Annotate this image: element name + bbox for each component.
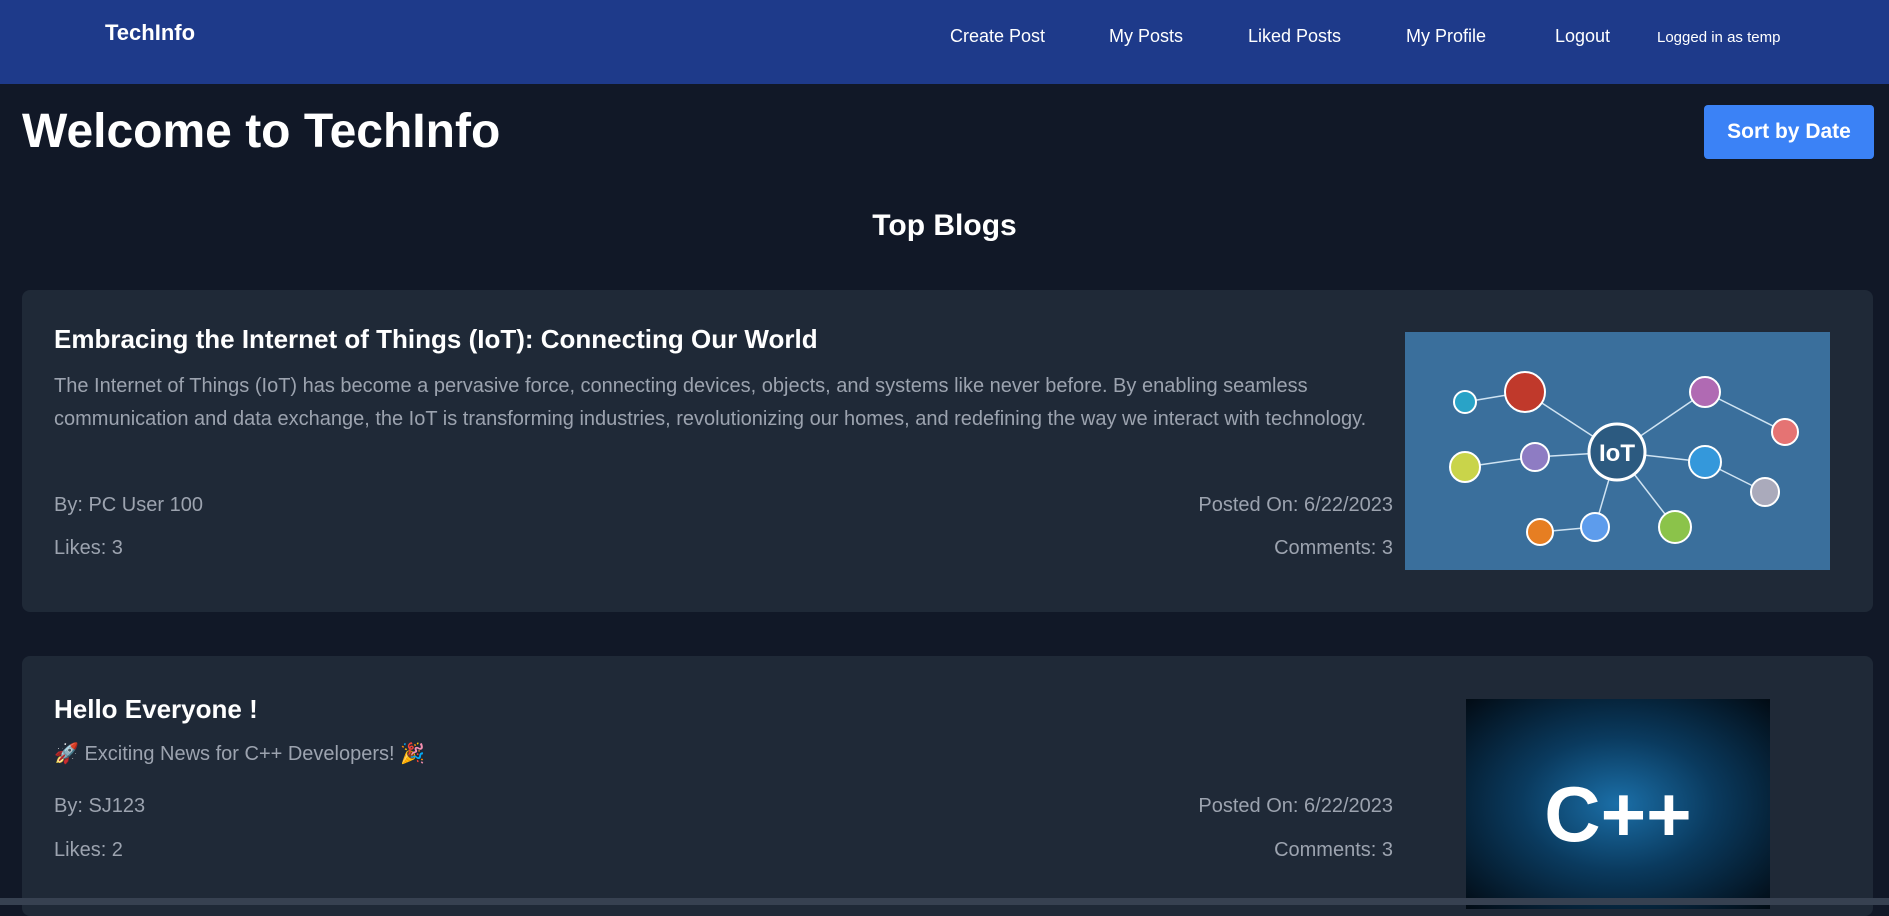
sort-by-date-button[interactable]: Sort by Date <box>1704 105 1874 159</box>
section-title: Top Blogs <box>872 209 1017 242</box>
post-title[interactable]: Embracing the Internet of Things (IoT): … <box>54 324 818 355</box>
post-likes: Likes: 3 <box>54 537 123 559</box>
top-navbar: TechInfo Create Post My Posts Liked Post… <box>0 0 1889 84</box>
nav-liked-posts[interactable]: Liked Posts <box>1248 26 1341 47</box>
post-body: The Internet of Things (IoT) has become … <box>54 375 1367 430</box>
post-card[interactable]: Embracing the Internet of Things (IoT): … <box>22 290 1873 612</box>
post-image-iot: IoT <box>1405 332 1830 570</box>
post-author: By: PC User 100 <box>54 494 203 516</box>
post-comments: Comments: 3 <box>1274 537 1393 559</box>
cpp-image-label: C++ <box>1544 770 1692 858</box>
post-author: By: SJ123 <box>54 795 146 817</box>
post-image-cpp: C++ <box>1466 699 1770 909</box>
post-title[interactable]: Hello Everyone ! <box>54 694 258 725</box>
taskbar-edge <box>0 898 1889 905</box>
nav-create-post[interactable]: Create Post <box>950 26 1045 47</box>
post-comments: Comments: 3 <box>1274 839 1393 861</box>
post-likes: Likes: 2 <box>54 839 123 861</box>
nav-my-posts[interactable]: My Posts <box>1109 26 1183 47</box>
page-title: Welcome to TechInfo <box>22 105 501 158</box>
post-date: Posted On: 6/22/2023 <box>1198 795 1393 817</box>
iot-image-label: IoT <box>1599 440 1635 467</box>
nav-logout[interactable]: Logout <box>1555 26 1610 47</box>
post-card[interactable]: Hello Everyone ! 🚀 Exciting News for C++… <box>22 656 1873 916</box>
post-body: 🚀 Exciting News for C++ Developers! 🎉 <box>54 743 426 765</box>
logged-in-user: Logged in as temp <box>1657 29 1781 46</box>
post-date: Posted On: 6/22/2023 <box>1198 494 1393 516</box>
iot-network-illustration: IoT <box>1449 371 1799 546</box>
nav-my-profile[interactable]: My Profile <box>1406 26 1486 47</box>
